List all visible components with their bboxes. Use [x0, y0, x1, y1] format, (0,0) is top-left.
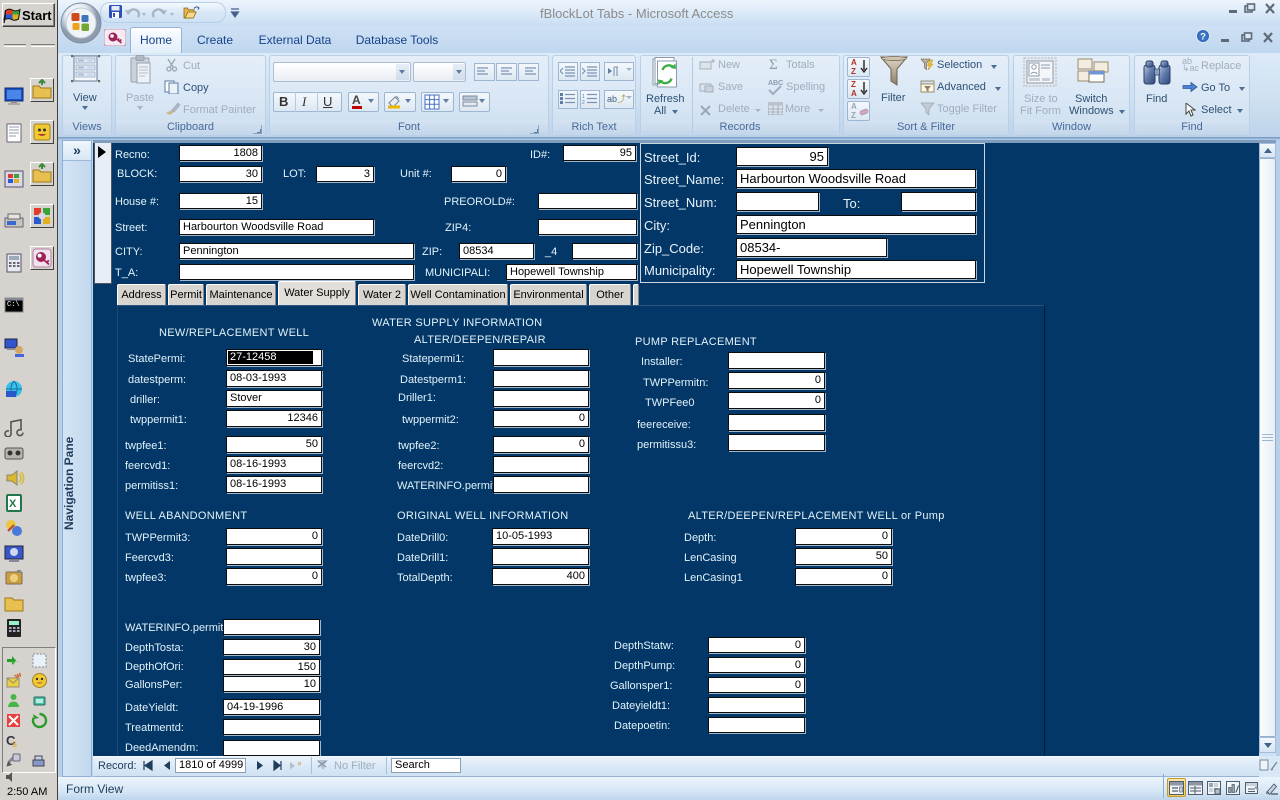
svg-text:s: s — [12, 739, 17, 749]
svg-text:X: X — [9, 498, 17, 510]
svg-text:2: 2 — [582, 100, 585, 105]
svg-text:?: ? — [1200, 32, 1206, 43]
svg-text:C:\: C:\ — [7, 301, 20, 309]
